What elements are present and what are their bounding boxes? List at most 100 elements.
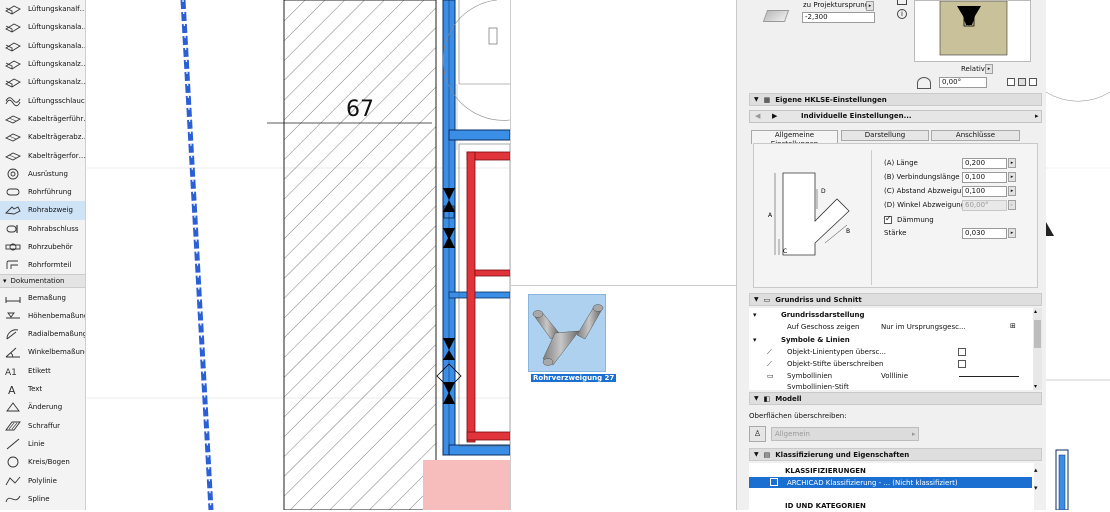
library-item-label[interactable]: Rohrverzweigung 27	[531, 374, 617, 382]
tab-general[interactable]: Allgemeine Einstellungen	[751, 130, 838, 148]
tool-label: Lüftungskanalz…	[28, 60, 85, 69]
symbols-lines-group[interactable]: ▾ Symbole & Linien	[753, 336, 850, 344]
override-pens-checkbox[interactable]	[958, 360, 966, 368]
override-linetypes-checkbox[interactable]	[958, 348, 966, 356]
section-model-header[interactable]: ▼ ◧ Modell	[749, 392, 1042, 405]
thickness-label: Stärke	[884, 229, 907, 237]
classification-icon: ▤	[763, 450, 771, 459]
project-origin-field[interactable]: -2,300	[802, 12, 875, 23]
floor-dropdown-icon[interactable]: ⊞	[1010, 322, 1016, 330]
show-on-floor-value[interactable]: Nur im Ursprungsgesc...	[881, 323, 966, 331]
relative-arrow-button[interactable]: ▸	[985, 64, 993, 74]
pipe-fitting-icon	[6, 260, 18, 270]
pipe-settings-icon: ▦	[763, 95, 771, 104]
prev-preset-icon[interactable]: ◀	[755, 112, 760, 120]
tool-item[interactable]: Lüftungskanalf…	[0, 0, 85, 18]
tool-item[interactable]: Kabelträgerführ…	[0, 110, 85, 128]
param-arrow-button[interactable]: ▸	[1008, 186, 1016, 196]
tool-item[interactable]: Polylinie	[0, 471, 85, 489]
id-categories-group[interactable]: ID UND KATEGORIEN	[785, 502, 866, 510]
preset-arrow-icon[interactable]: ▸	[1035, 112, 1039, 120]
right-view-canvas[interactable]	[1045, 0, 1110, 511]
tool-item[interactable]: Lüftungskanala…	[0, 18, 85, 36]
floor-plan-canvas[interactable]: 67	[87, 0, 510, 510]
info-icon[interactable]: i	[897, 9, 907, 19]
section-classification-header[interactable]: ▼ ▤ Klassifizierung und Eigenschaften	[749, 448, 1042, 461]
surface-paint-icon[interactable]: ♙	[749, 426, 766, 442]
group-dokumentation[interactable]: ▾ Dokumentation	[0, 274, 85, 289]
svg-text:A: A	[768, 212, 773, 219]
duct-icon	[5, 42, 21, 52]
scroll-up-icon[interactable]: ▴	[1034, 466, 1038, 474]
tool-label: Kabelträgerfor…	[28, 151, 85, 160]
tool-item[interactable]: Lüftungskanalz…	[0, 73, 85, 91]
tool-item[interactable]: Rohrführung	[0, 183, 85, 201]
param-arrow-button[interactable]: ▸	[1008, 172, 1016, 182]
section-plan-header[interactable]: ▼ ▭ Grundriss und Schnitt	[749, 293, 1042, 306]
tool-item[interactable]: Rohrabschluss	[0, 220, 85, 238]
cable-tray-icon	[4, 152, 22, 161]
plan-list-scrollbar[interactable]: ▴ ▾	[1033, 308, 1042, 390]
library-item-thumbnail[interactable]	[528, 294, 606, 372]
scroll-up-icon[interactable]: ▴	[1034, 308, 1037, 315]
thickness-arrow-button[interactable]: ▸	[1008, 228, 1016, 238]
param-field[interactable]: 0,100	[962, 172, 1007, 183]
scroll-down-icon[interactable]: ▾	[1034, 484, 1038, 492]
tab-display[interactable]: Darstellung	[841, 130, 929, 141]
tool-item[interactable]: Lüftungskanala…	[0, 37, 85, 55]
plan-display-group[interactable]: ▾ Grundrissdarstellung	[753, 311, 865, 319]
scroll-down-icon[interactable]: ▾	[1034, 383, 1037, 390]
param-field[interactable]: 60,00°	[962, 200, 1007, 211]
object-preview	[914, 0, 1031, 62]
mirror-checkbox[interactable]	[1007, 78, 1015, 86]
param-arrow-button[interactable]: ▸	[1008, 158, 1016, 168]
pen-icon: ⟋	[767, 360, 772, 368]
tool-item[interactable]: Bemaßung	[0, 288, 85, 306]
tool-item[interactable]: Rohrzubehör	[0, 238, 85, 256]
tool-item[interactable]: Lüftungsschlauch	[0, 91, 85, 109]
tool-item[interactable]: Änderung	[0, 398, 85, 416]
tool-label: Lüftungskanala…	[28, 41, 85, 50]
thickness-field[interactable]: 0,030	[962, 228, 1007, 239]
tool-item[interactable]: Höhenbemaßung	[0, 307, 85, 325]
section-hklse-header[interactable]: ▼ ▦ Eigene HKLSE-Einstellungen	[749, 93, 1042, 106]
tool-item[interactable]: Linie	[0, 435, 85, 453]
tool-label: Rohrformteil	[28, 261, 72, 270]
mirror-y-checkbox[interactable]	[1018, 78, 1026, 86]
tool-item[interactable]: A Text	[0, 380, 85, 398]
classification-checkbox[interactable]	[770, 478, 778, 486]
surface-dropdown-arrow-icon[interactable]: ▸	[912, 430, 916, 438]
tool-label: Radialbemaßung	[28, 330, 85, 339]
origin-arrow-button[interactable]: ▸	[866, 1, 874, 11]
tool-item[interactable]: Winkelbemaßung	[0, 343, 85, 361]
symbol-lines-value[interactable]: Volllinie	[881, 372, 908, 380]
mirror-x-checkbox[interactable]	[1029, 78, 1037, 86]
tool-item[interactable]: Kabelträgerabz…	[0, 128, 85, 146]
tool-item[interactable]: Rohrformteil	[0, 256, 85, 274]
param-field[interactable]: 0,100	[962, 186, 1007, 197]
tool-item[interactable]: Kabelträgerfor…	[0, 146, 85, 164]
tool-item[interactable]: A1 Etikett	[0, 362, 85, 380]
surface-dropdown[interactable]: Allgemein	[771, 427, 919, 441]
anchor-icon[interactable]	[897, 0, 907, 5]
angle-field[interactable]: 0,00°	[939, 77, 987, 88]
tool-item[interactable]: Radialbemaßung	[0, 325, 85, 343]
label-icon: A1	[5, 368, 17, 378]
tool-label: Änderung	[28, 403, 63, 412]
svg-text:D: D	[821, 188, 826, 195]
pipe-accessory-icon	[5, 243, 21, 251]
next-preset-icon[interactable]: ▶	[772, 112, 777, 120]
classifications-group[interactable]: KLASSIFIZIERUNGEN	[785, 467, 866, 475]
tab-connections[interactable]: Anschlüsse	[931, 130, 1020, 141]
param-field[interactable]: 0,200	[962, 158, 1007, 169]
param-arrow-button[interactable]: ▸	[1008, 200, 1016, 210]
insulation-checkbox[interactable]: ✓	[884, 214, 892, 224]
tool-item[interactable]: Kreis/Bogen	[0, 453, 85, 471]
tool-item[interactable]: Ausrüstung	[0, 165, 85, 183]
tool-item[interactable]: Rohrabzweig	[0, 201, 85, 220]
preset-selector[interactable]: Individuelle Einstellungen...	[801, 112, 912, 120]
tool-item[interactable]: Lüftungskanalz…	[0, 55, 85, 73]
symbol-lines-icon: ▭	[767, 372, 774, 380]
tool-item[interactable]: Spline	[0, 490, 85, 508]
tool-item[interactable]: Schraffur	[0, 417, 85, 435]
